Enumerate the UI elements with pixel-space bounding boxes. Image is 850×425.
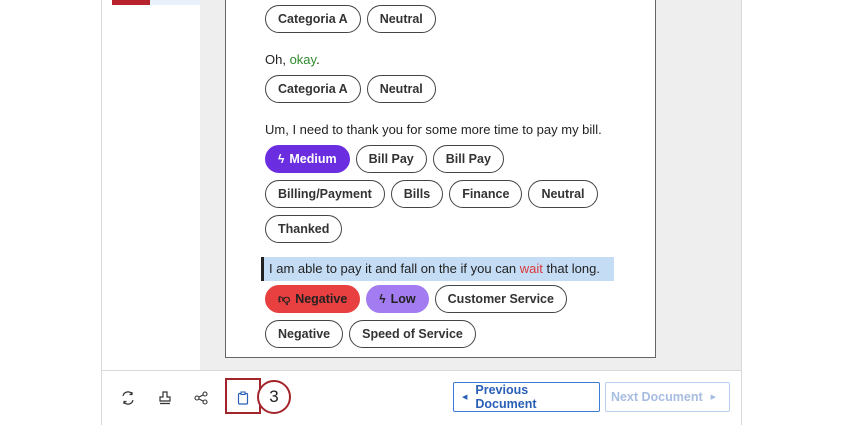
sentence-1-chips: Categoria A Neutral: [265, 5, 436, 33]
sentence-3-chips-row-3: Thanked: [265, 215, 343, 243]
sentence-4-highlight[interactable]: I am able to pay it and fall on the if y…: [261, 257, 614, 281]
sentence-3-chips-row-2: Billing/Payment Bills Finance Neutral: [265, 180, 598, 208]
translate-icon[interactable]: [121, 391, 135, 405]
sentence-4-post: that long.: [542, 261, 601, 276]
sentence-2: Oh, okay.: [265, 52, 320, 68]
sentiment-chip[interactable]: Neutral: [366, 5, 436, 33]
document-list-tag[interactable]: [112, 0, 150, 5]
topic-chip[interactable]: Categoria A: [265, 75, 361, 103]
topic-chip[interactable]: Finance: [449, 180, 523, 208]
sentence-2-chips: Categoria A Neutral: [265, 75, 436, 103]
previous-document-label: Previous Document: [475, 383, 537, 411]
topic-chip[interactable]: Billing/Payment: [265, 180, 385, 208]
topic-chip[interactable]: Bills: [390, 180, 444, 208]
effort-label: Medium: [289, 152, 337, 166]
sentence-3-chips-row-1: ϟ Medium Bill Pay Bill Pay: [265, 145, 504, 173]
effort-chip-medium[interactable]: ϟ Medium: [265, 145, 350, 173]
sentiment-chip[interactable]: Neutral: [366, 75, 436, 103]
sentence-4-chips-row-1: 👎︎ Negative ϟ Low Customer Service: [265, 285, 567, 313]
sentence-4-text: I am able to pay it and fall on the if y…: [269, 261, 600, 276]
thumbs-down-icon: 👎︎: [278, 291, 291, 306]
sentence-4-keyword: wait: [519, 261, 543, 276]
share-icon[interactable]: [194, 391, 208, 405]
document-list-selected[interactable]: [150, 0, 200, 5]
sentence-3-text: Um, I need to thank you for some more ti…: [265, 122, 602, 137]
sentiment-chip[interactable]: Neutral: [528, 180, 598, 208]
next-document-button[interactable]: Next Document ▶: [605, 382, 730, 412]
callout-number-badge: 3: [257, 380, 291, 414]
topic-chip[interactable]: Bill Pay: [432, 145, 504, 173]
chevron-left-icon: ◀: [462, 394, 468, 401]
effort-chip-low[interactable]: ϟ Low: [366, 285, 429, 313]
page: Categoria A Neutral Oh, okay. Categoria …: [0, 0, 850, 425]
callout-highlight-box: [225, 378, 261, 414]
sentiment-chip-negative[interactable]: 👎︎ Negative: [265, 285, 361, 313]
chevron-right-icon: ▶: [710, 394, 717, 401]
sentence-2-text: Oh,: [265, 52, 290, 67]
emotion-chip[interactable]: Thanked: [265, 215, 343, 243]
stamp-icon[interactable]: [158, 391, 172, 405]
previous-document-button[interactable]: ◀ Previous Document: [453, 382, 600, 412]
sentiment-chip[interactable]: Negative: [265, 320, 344, 348]
sentiment-label: Negative: [295, 292, 348, 306]
sentence-2-end: .: [316, 52, 320, 67]
topic-chip[interactable]: Categoria A: [265, 5, 361, 33]
sentence-4-pre: I am able to pay it and fall on the if y…: [269, 261, 520, 276]
left-panel: [102, 0, 200, 370]
next-document-label: Next Document: [610, 390, 703, 404]
lightning-icon: ϟ: [379, 292, 386, 306]
lightning-icon: ϟ: [278, 152, 285, 166]
topic-chip[interactable]: Customer Service: [434, 285, 567, 313]
topic-chip[interactable]: Speed of Service: [349, 320, 476, 348]
sentence-2-keyword: okay: [289, 52, 317, 67]
effort-label: Low: [390, 292, 416, 306]
topic-chip[interactable]: Bill Pay: [355, 145, 427, 173]
sentence-4-chips-row-2: Negative Speed of Service: [265, 320, 476, 348]
